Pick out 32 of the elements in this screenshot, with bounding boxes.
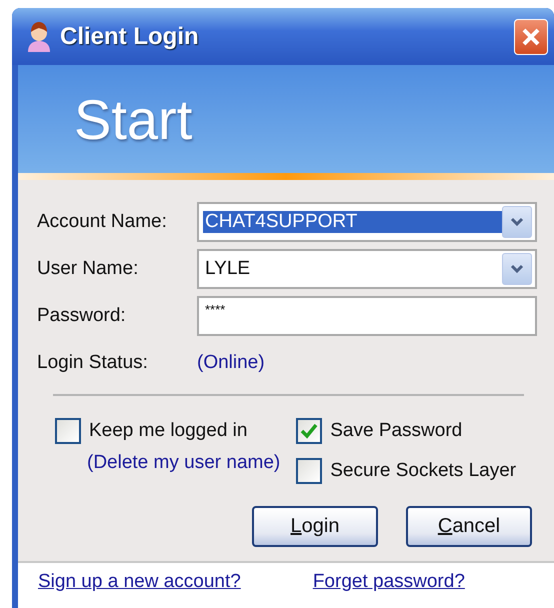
cancel-button[interactable]: Cancel <box>406 506 532 547</box>
combo-box[interactable]: CHAT4SUPPORT <box>197 202 537 242</box>
field-label: Password: <box>37 304 127 326</box>
checkbox-label: Secure Sockets Layer <box>330 460 516 482</box>
checkbox[interactable] <box>296 458 322 484</box>
field-value: CHAT4SUPPORT <box>203 210 502 232</box>
field-value: LYLE <box>204 258 252 280</box>
delete-username-link[interactable]: (Delete my user name) <box>87 452 280 474</box>
checkmark-icon <box>300 423 318 439</box>
window-title: Client Login <box>60 22 200 50</box>
field-value: **** <box>204 302 226 316</box>
checkbox-label: Save Password <box>330 420 462 442</box>
checkbox[interactable] <box>296 418 322 444</box>
close-icon <box>521 26 541 46</box>
status-label: Login Status: <box>37 352 149 374</box>
user-icon <box>26 20 52 52</box>
banner-heading: Start <box>74 86 192 152</box>
field-label: Account Name: <box>37 210 168 232</box>
login-button[interactable]: Login <box>252 506 378 547</box>
field-label: User Name: <box>37 258 140 280</box>
status-value: (Online) <box>197 352 265 374</box>
checkbox[interactable] <box>55 418 81 444</box>
chevron-down-icon <box>510 216 524 226</box>
dropdown-button[interactable] <box>502 252 532 284</box>
dropdown-button[interactable] <box>502 206 532 238</box>
signup-link[interactable]: Sign up a new account? <box>38 571 241 597</box>
chevron-down-icon <box>510 264 524 274</box>
password-field[interactable]: **** <box>197 296 537 336</box>
combo-box[interactable]: LYLE <box>197 248 537 288</box>
close-button[interactable] <box>514 18 548 54</box>
checkbox-label: Keep me logged in <box>89 420 248 442</box>
forgot-password-link[interactable]: Forget password? <box>312 571 465 597</box>
